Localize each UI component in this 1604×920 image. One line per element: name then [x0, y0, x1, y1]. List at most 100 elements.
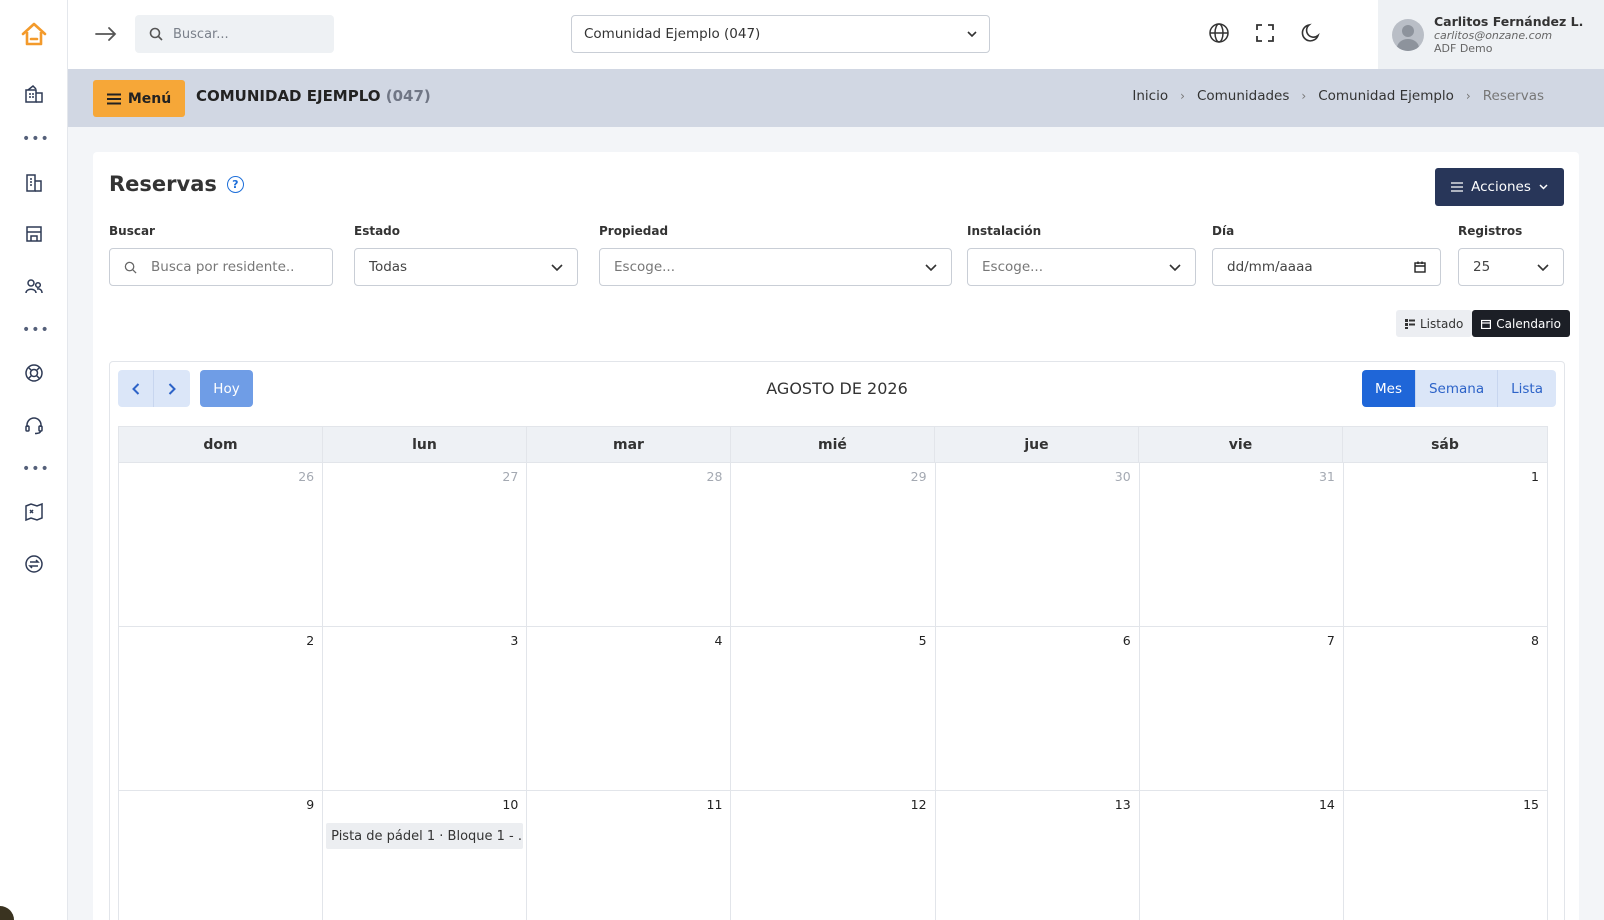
listado-toggle-label: Listado — [1420, 316, 1464, 331]
breadcrumb-comunidades[interactable]: Comunidades — [1197, 88, 1289, 104]
day-cell[interactable]: 7 — [1139, 627, 1344, 791]
more-dots-icon[interactable]: ••• — [22, 323, 49, 337]
day-cell[interactable]: 1 — [1343, 463, 1548, 627]
breadcrumb-inicio[interactable]: Inicio — [1132, 88, 1168, 104]
map-icon[interactable] — [22, 500, 46, 524]
day-cell[interactable]: 30 — [935, 463, 1140, 627]
lifebuoy-icon[interactable] — [22, 361, 46, 385]
day-number: 11 — [706, 797, 723, 812]
menu-button-label: Menú — [127, 90, 172, 107]
filter-registros-label: Registros — [1458, 224, 1523, 238]
community-select[interactable]: Comunidad Ejemplo (047) — [571, 15, 990, 53]
reservation-event[interactable]: Pista de pádel 1 · Bloque 1 - ... — [326, 823, 524, 849]
day-cell[interactable]: 6 — [935, 627, 1140, 791]
day-number: 9 — [306, 797, 315, 812]
filter-estado-select[interactable]: Todas — [354, 248, 578, 286]
day-number: 27 — [502, 469, 519, 484]
view-list-button[interactable]: Lista — [1498, 370, 1556, 407]
breadcrumb-chevron-icon: › — [1180, 89, 1185, 103]
home-logo-icon[interactable] — [20, 20, 48, 48]
weekday-label: vie — [1139, 427, 1343, 462]
day-cell[interactable]: 2 — [119, 627, 324, 791]
day-number: 28 — [706, 469, 723, 484]
day-cell[interactable]: 3 — [323, 627, 528, 791]
dark-mode-moon-icon[interactable] — [1300, 22, 1324, 46]
global-search-placeholder: Buscar... — [173, 26, 229, 42]
filter-estado-label: Estado — [354, 224, 401, 238]
day-cell[interactable]: 29 — [731, 463, 936, 627]
day-cell[interactable]: 28 — [527, 463, 732, 627]
day-cell[interactable]: 27 — [323, 463, 528, 627]
list-icon — [1451, 182, 1464, 192]
office-icon[interactable] — [22, 171, 46, 195]
day-cell[interactable]: 9 — [119, 791, 324, 920]
menu-button[interactable]: Menú — [93, 80, 185, 117]
actions-button[interactable]: Acciones — [1435, 168, 1564, 206]
weekday-label: mié — [731, 427, 935, 462]
day-cell[interactable]: 5 — [731, 627, 936, 791]
calendario-toggle-label: Calendario — [1496, 316, 1561, 331]
view-week-button[interactable]: Semana — [1415, 370, 1499, 407]
page-title: Reservas ? — [109, 172, 244, 196]
search-icon — [124, 261, 137, 274]
breadcrumb-chevron-icon: › — [1301, 89, 1307, 103]
filter-registros-select[interactable]: 25 — [1458, 248, 1564, 286]
users-icon[interactable] — [22, 274, 46, 298]
help-icon[interactable]: ? — [226, 175, 244, 193]
headset-icon[interactable] — [22, 413, 46, 437]
global-search-input[interactable]: Buscar... — [135, 15, 334, 53]
list-view-icon — [1405, 318, 1415, 329]
breadcrumb: Inicio › Comunidades › Comunidad Ejemplo… — [1132, 88, 1544, 104]
filter-search-input[interactable]: Busca por residente.. — [109, 248, 333, 286]
day-number: 6 — [1122, 633, 1131, 648]
view-month-button[interactable]: Mes — [1361, 370, 1416, 407]
actions-button-label: Acciones — [1471, 179, 1531, 195]
day-number: 26 — [298, 469, 315, 484]
breadcrumb-chevron-icon: › — [1465, 89, 1471, 103]
chevron-down-icon — [925, 263, 937, 271]
corner-decoration — [0, 906, 14, 920]
weekday-label: lun — [323, 427, 527, 462]
filter-propiedad-placeholder: Escoge... — [614, 259, 675, 275]
expand-sidebar-arrow-icon[interactable] — [94, 22, 118, 46]
more-dots-icon[interactable]: ••• — [22, 132, 49, 146]
calendar-week: 26 27 28 29 30 31 1 — [118, 463, 1548, 627]
exchange-icon[interactable] — [22, 552, 46, 576]
day-cell[interactable]: 8 — [1343, 627, 1548, 791]
listado-toggle-button[interactable]: Listado — [1396, 310, 1473, 337]
avatar — [1392, 18, 1424, 51]
sidebar-rail: ••• ••• ••• — [0, 0, 68, 920]
store-icon[interactable] — [22, 222, 46, 246]
globe-icon[interactable] — [1208, 22, 1232, 46]
user-menu[interactable]: Carlitos Fernández L. carlitos@onzane.co… — [1378, 0, 1604, 69]
filter-buscar-label: Buscar — [109, 224, 155, 238]
chevron-down-icon — [1539, 184, 1548, 190]
day-cell[interactable]: 11 — [527, 791, 732, 920]
fullscreen-icon[interactable] — [1254, 22, 1278, 46]
day-cell[interactable]: 10 Pista de pádel 1 · Bloque 1 - ... — [323, 791, 528, 920]
day-cell[interactable]: 14 — [1140, 791, 1344, 920]
filter-dia-label: Día — [1212, 224, 1235, 238]
day-cell[interactable]: 31 — [1139, 463, 1344, 627]
weekday-label: dom — [119, 427, 323, 462]
day-number: 4 — [714, 633, 723, 648]
calendar-week: 9 10 Pista de pádel 1 · Bloque 1 - ... 1… — [118, 791, 1548, 920]
day-cell[interactable]: 15 — [1344, 791, 1548, 920]
filter-propiedad-select[interactable]: Escoge... — [599, 248, 952, 286]
filter-date-input[interactable]: dd/mm/aaaa — [1212, 248, 1441, 286]
calendar-icon — [1414, 261, 1426, 273]
day-cell[interactable]: 12 — [731, 791, 936, 920]
more-dots-icon[interactable]: ••• — [22, 462, 49, 476]
user-info: Carlitos Fernández L. carlitos@onzane.co… — [1434, 14, 1583, 55]
breadcrumb-comunidad[interactable]: Comunidad Ejemplo — [1318, 88, 1454, 104]
day-number: 1 — [1531, 469, 1539, 484]
day-cell[interactable]: 4 — [527, 627, 732, 791]
filter-instalacion-select[interactable]: Escoge... — [967, 248, 1196, 286]
day-cell[interactable]: 26 — [119, 463, 324, 627]
day-number: 15 — [1523, 797, 1539, 812]
calendario-toggle-button[interactable]: Calendario — [1472, 310, 1570, 337]
building-icon[interactable] — [22, 82, 46, 106]
day-cell[interactable]: 13 — [936, 791, 1140, 920]
reservations-calendar: Hoy AGOSTO DE 2026 Mes Semana Lista dom … — [109, 361, 1565, 920]
calendar-week: 2 3 4 5 6 7 8 — [118, 627, 1548, 791]
